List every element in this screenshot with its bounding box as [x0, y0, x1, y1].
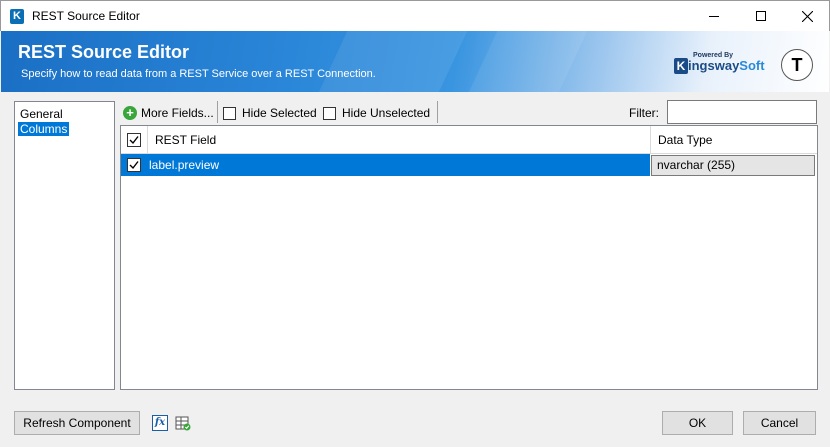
more-fields-button[interactable]: + More Fields... — [123, 104, 214, 122]
column-header-data-type[interactable]: Data Type — [651, 126, 817, 154]
add-icon: + — [123, 106, 137, 120]
select-all-checkbox[interactable] — [127, 133, 141, 147]
grid-header: REST Field Data Type — [121, 126, 817, 154]
kingswaysoft-logo: Powered By K ingswaySoft — [674, 52, 765, 82]
filter-input[interactable] — [667, 100, 817, 124]
refresh-component-button[interactable]: Refresh Component — [14, 411, 140, 435]
table-row[interactable]: label.preview nvarchar (255) — [121, 154, 817, 176]
more-fields-label: More Fields... — [141, 106, 214, 120]
minimize-button[interactable] — [691, 1, 737, 31]
grid-export-icon[interactable] — [175, 415, 191, 431]
minimize-icon — [709, 15, 719, 17]
maximize-icon — [756, 11, 766, 21]
avatar[interactable]: T — [781, 49, 813, 81]
hide-selected-box[interactable] — [223, 106, 236, 120]
cancel-button[interactable]: Cancel — [743, 411, 816, 435]
header-banner: REST Source Editor Specify how to read d… — [1, 31, 829, 92]
page-nav-list: General Columns — [14, 101, 115, 390]
maximize-button[interactable] — [738, 1, 784, 31]
toolbar-divider — [217, 101, 218, 123]
close-icon — [801, 10, 813, 22]
app-icon: K — [10, 9, 24, 24]
hide-selected-label: Hide Selected — [242, 106, 317, 120]
nav-item-general[interactable]: General — [18, 107, 65, 121]
row-data-type[interactable]: nvarchar (255) — [651, 155, 815, 176]
row-rest-field[interactable]: label.preview — [148, 154, 650, 176]
row-check-cell — [121, 154, 148, 176]
toolbar-divider — [437, 101, 438, 123]
banner-decoration — [310, 31, 472, 92]
check-icon — [129, 136, 139, 145]
column-header-rest-field[interactable]: REST Field — [148, 126, 651, 154]
close-button[interactable] — [784, 1, 830, 31]
hide-unselected-label: Hide Unselected — [342, 106, 431, 120]
title-bar: K REST Source Editor — [0, 0, 830, 31]
hide-unselected-box[interactable] — [323, 106, 336, 120]
hide-unselected-checkbox[interactable]: Hide Unselected — [323, 104, 430, 122]
select-all-cell — [121, 126, 148, 154]
banner-title: REST Source Editor — [18, 42, 190, 62]
hide-selected-checkbox[interactable]: Hide Selected — [223, 104, 317, 122]
banner-decoration — [460, 31, 592, 92]
nav-item-columns[interactable]: Columns — [18, 122, 70, 136]
columns-grid: REST Field Data Type label.preview nvarc… — [120, 125, 818, 390]
expression-icon[interactable]: fx — [152, 415, 168, 431]
ok-button[interactable]: OK — [662, 411, 733, 435]
filter-label: Filter: — [629, 106, 659, 120]
brand-initial: K — [674, 58, 688, 74]
banner-subtitle: Specify how to read data from a REST Ser… — [21, 68, 376, 80]
brand-name: ingswaySoft — [688, 58, 765, 73]
row-checkbox[interactable] — [127, 158, 141, 172]
window-title: REST Source Editor — [32, 9, 140, 23]
check-icon — [129, 161, 139, 170]
